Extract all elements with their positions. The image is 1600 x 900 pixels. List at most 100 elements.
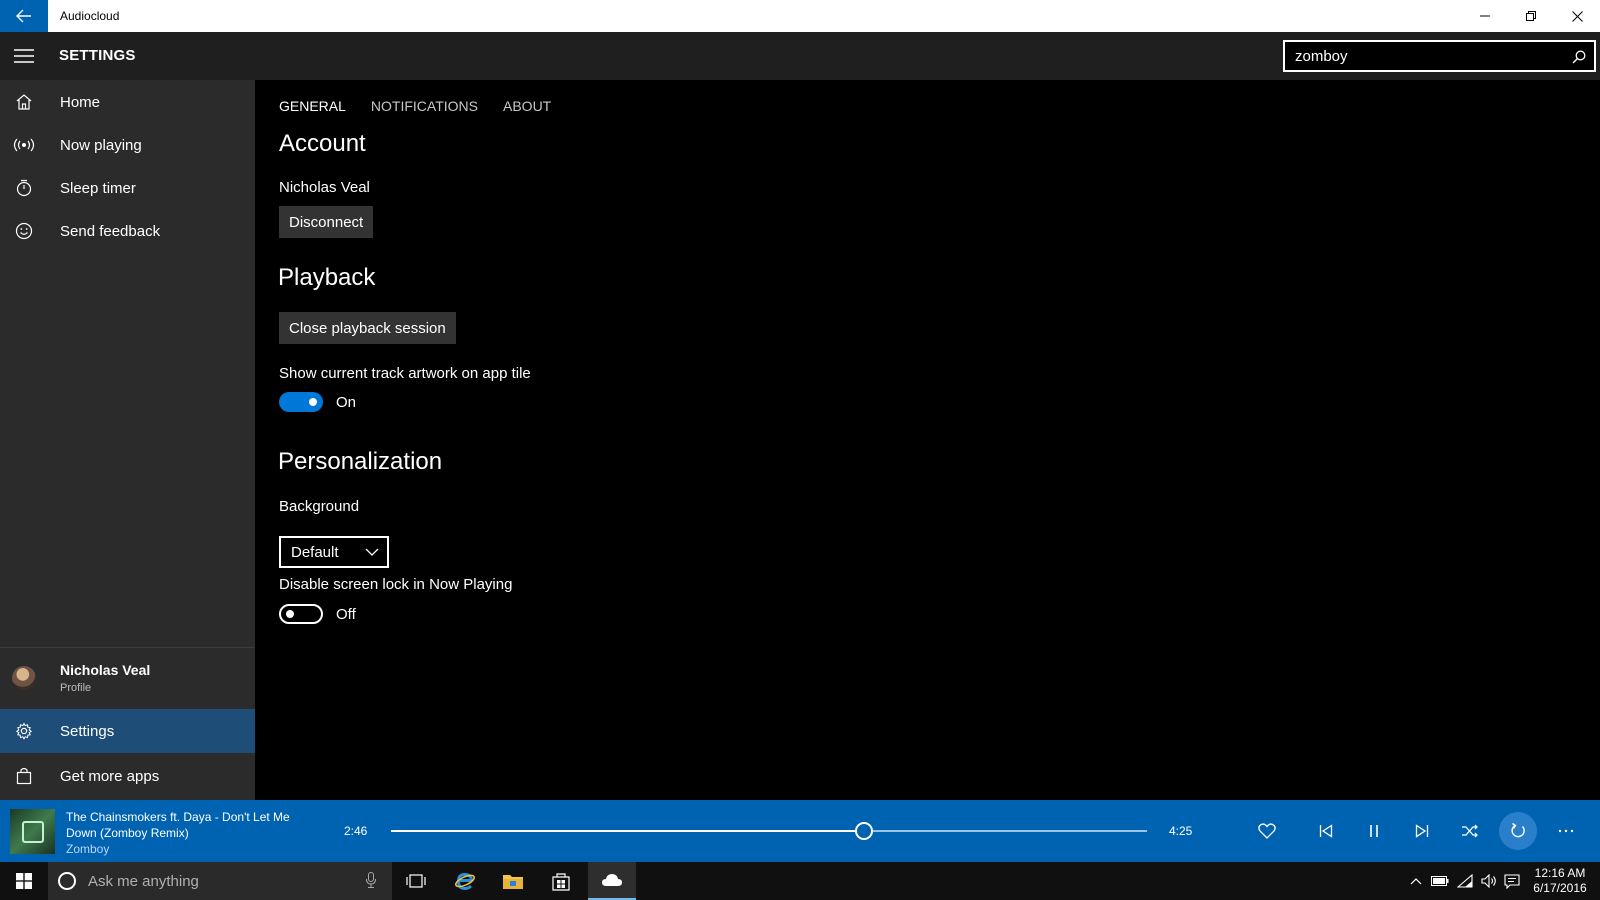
sidebar-item-sleep-timer[interactable]: Sleep timer bbox=[0, 166, 255, 210]
task-view-icon bbox=[406, 874, 426, 888]
chevron-down-icon bbox=[365, 548, 379, 556]
tab-about[interactable]: ABOUT bbox=[503, 98, 551, 114]
store-icon bbox=[552, 873, 570, 891]
sidebar-item-label: Sleep timer bbox=[60, 179, 136, 197]
favorite-button[interactable] bbox=[1248, 812, 1286, 850]
total-time: 4:25 bbox=[1169, 824, 1193, 838]
clock-time: 12:16 AM bbox=[1534, 866, 1586, 880]
notifications-button[interactable] bbox=[1500, 862, 1524, 900]
personalization-heading: Personalization bbox=[278, 448, 443, 475]
minimize-button[interactable] bbox=[1462, 0, 1508, 32]
seek-thumb[interactable] bbox=[855, 822, 874, 840]
next-track-button[interactable] bbox=[1403, 812, 1441, 850]
search-input[interactable] bbox=[1285, 42, 1555, 70]
taskbar-app-file-explorer[interactable] bbox=[489, 862, 537, 900]
repeat-button[interactable] bbox=[1499, 812, 1537, 850]
sidebar-item-now-playing[interactable]: Now playing bbox=[0, 123, 255, 167]
clock-date: 6/17/2016 bbox=[1533, 881, 1587, 895]
profile-name: Nicholas Veal bbox=[60, 662, 151, 678]
page-title: SETTINGS bbox=[59, 47, 136, 64]
folder-icon bbox=[503, 875, 523, 889]
battery-icon bbox=[1431, 876, 1449, 886]
windows-logo-icon bbox=[16, 873, 32, 889]
sidebar-item-label: Now playing bbox=[60, 136, 142, 154]
back-button[interactable] bbox=[0, 0, 48, 32]
taskbar-app-audiocloud[interactable] bbox=[588, 862, 636, 900]
app-header: SETTINGS bbox=[0, 32, 1600, 80]
artwork-toggle[interactable] bbox=[279, 392, 323, 412]
sidebar-item-label: Settings bbox=[60, 722, 115, 740]
previous-track-button[interactable] bbox=[1307, 812, 1345, 850]
album-art[interactable] bbox=[10, 809, 55, 854]
show-hidden-icons-button[interactable] bbox=[1406, 862, 1426, 900]
background-dropdown-value: Default bbox=[291, 543, 339, 561]
minimize-icon bbox=[1480, 15, 1490, 17]
profile-subtitle: Profile bbox=[60, 682, 92, 694]
smiley-icon bbox=[0, 209, 48, 253]
volume-icon bbox=[1481, 874, 1496, 888]
pause-icon bbox=[1370, 825, 1378, 837]
heart-icon bbox=[1258, 823, 1276, 839]
account-user-name: Nicholas Veal bbox=[279, 179, 370, 196]
profile-item[interactable]: Nicholas Veal Profile bbox=[0, 652, 255, 706]
microphone-icon[interactable] bbox=[366, 872, 376, 888]
shopping-bag-icon bbox=[0, 754, 48, 798]
sidebar-item-get-more-apps[interactable]: Get more apps bbox=[0, 754, 255, 798]
cloud-icon bbox=[602, 874, 622, 886]
hamburger-menu-button[interactable] bbox=[0, 32, 48, 80]
background-dropdown[interactable]: Default bbox=[279, 536, 389, 568]
shuffle-icon bbox=[1462, 824, 1478, 838]
task-view-button[interactable] bbox=[392, 862, 440, 900]
repeat-icon bbox=[1511, 822, 1525, 838]
restore-icon bbox=[1526, 11, 1536, 21]
pause-button[interactable] bbox=[1355, 812, 1393, 850]
track-artist: Zomboy bbox=[66, 842, 110, 856]
settings-content: GENERAL NOTIFICATIONS ABOUT Account Nich… bbox=[255, 80, 1600, 800]
tab-notifications[interactable]: NOTIFICATIONS bbox=[371, 98, 478, 114]
current-time: 2:46 bbox=[344, 824, 368, 838]
cortana-search-box[interactable]: Ask me anything bbox=[48, 862, 392, 900]
search-button[interactable] bbox=[1568, 46, 1590, 68]
clock[interactable]: 12:16 AM 6/17/2016 bbox=[1524, 866, 1596, 896]
start-button[interactable] bbox=[0, 862, 48, 900]
track-title: The Chainsmokers ft. Daya - Don't Let Me… bbox=[66, 810, 290, 840]
shuffle-button[interactable] bbox=[1451, 812, 1489, 850]
restore-button[interactable] bbox=[1508, 0, 1554, 32]
background-label: Background bbox=[279, 498, 360, 515]
gear-icon bbox=[0, 709, 48, 753]
chevron-up-icon bbox=[1410, 878, 1422, 885]
network-button[interactable] bbox=[1453, 862, 1477, 900]
sidebar-item-settings[interactable]: Settings bbox=[0, 709, 255, 753]
sidebar-item-label: Get more apps bbox=[60, 767, 160, 785]
arrow-left-icon bbox=[16, 9, 31, 23]
cortana-placeholder: Ask me anything bbox=[88, 872, 199, 890]
disconnect-button[interactable]: Disconnect bbox=[279, 206, 374, 238]
volume-button[interactable] bbox=[1477, 862, 1501, 900]
taskbar-app-edge[interactable] bbox=[441, 862, 489, 900]
artwork-toggle-label: Show current track artwork on app tile bbox=[279, 365, 531, 382]
taskbar-app-store[interactable] bbox=[537, 862, 585, 900]
broadcast-icon bbox=[0, 123, 48, 167]
screen-lock-toggle[interactable] bbox=[279, 604, 323, 624]
player-bar: The Chainsmokers ft. Daya - Don't Let Me… bbox=[0, 800, 1600, 862]
hamburger-icon bbox=[14, 49, 34, 63]
screen-lock-state: Off bbox=[336, 606, 356, 623]
seek-bar[interactable] bbox=[391, 822, 1147, 840]
settings-tabs: GENERAL NOTIFICATIONS ABOUT bbox=[279, 98, 551, 114]
search-box[interactable] bbox=[1283, 40, 1596, 72]
close-playback-session-button[interactable]: Close playback session bbox=[279, 312, 456, 344]
home-icon bbox=[0, 80, 48, 124]
avatar bbox=[12, 666, 36, 690]
sidebar-item-send-feedback[interactable]: Send feedback bbox=[0, 209, 255, 253]
internet-explorer-icon bbox=[455, 873, 475, 890]
cortana-icon bbox=[58, 872, 76, 890]
tab-general[interactable]: GENERAL bbox=[279, 98, 346, 114]
artwork-toggle-state: On bbox=[336, 394, 357, 411]
close-button[interactable] bbox=[1554, 0, 1600, 32]
search-icon bbox=[1572, 50, 1586, 64]
more-options-button[interactable] bbox=[1547, 812, 1585, 850]
sidebar-item-home[interactable]: Home bbox=[0, 80, 255, 124]
skip-previous-icon bbox=[1319, 824, 1333, 838]
screen-lock-label: Disable screen lock in Now Playing bbox=[279, 576, 513, 593]
battery-button[interactable] bbox=[1428, 862, 1452, 900]
